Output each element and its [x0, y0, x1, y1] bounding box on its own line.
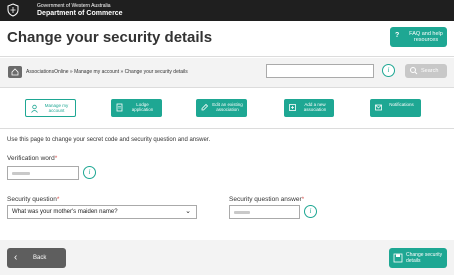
security-answer-label: Security question answer* — [229, 196, 304, 203]
divider — [0, 87, 454, 88]
save-icon — [393, 253, 403, 263]
nav-lodge-application[interactable]: Lodge application — [111, 99, 162, 117]
search-button[interactable]: Search — [405, 64, 447, 78]
security-answer-field[interactable] — [229, 205, 300, 219]
department-name: Department of Commerce — [37, 10, 123, 17]
footer-bar — [0, 240, 454, 275]
nav-label: Add a new association — [303, 102, 327, 112]
info-icon[interactable]: i — [304, 205, 317, 218]
question-mark-icon: ? — [395, 32, 400, 39]
required-mark: * — [54, 155, 58, 162]
verification-word-field[interactable] — [7, 166, 79, 180]
page-title: Change your security details — [7, 29, 213, 46]
masked-value — [12, 172, 30, 175]
breadcrumb: AssociationsOnline » Manage my account »… — [26, 69, 188, 75]
nav-label: Edit an existing association — [212, 102, 243, 112]
info-icon[interactable]: i — [382, 64, 395, 77]
label-text: Verification word — [7, 155, 55, 162]
edit-icon — [201, 103, 209, 111]
user-icon — [31, 104, 38, 113]
government-name: Government of Western Australia — [37, 3, 111, 9]
masked-value — [234, 211, 250, 214]
security-question-select[interactable]: What was your mother's maiden name? ⌄ — [7, 205, 197, 219]
nav-label: Manage my account — [44, 103, 69, 113]
search-icon — [409, 64, 418, 84]
change-security-details-button[interactable]: Change security details — [389, 248, 447, 268]
security-question-label: Security question* — [7, 196, 59, 203]
back-button[interactable]: ‹ Back — [7, 248, 66, 268]
government-header: Government of Western Australia Departme… — [0, 0, 454, 21]
change-button-label: Change security details — [406, 252, 443, 264]
faq-help-label: FAQ and help resources — [409, 31, 443, 43]
label-text: Security question — [7, 196, 57, 203]
info-icon[interactable]: i — [83, 166, 96, 179]
security-question-value: What was your mother's maiden name? — [12, 209, 118, 215]
nav-add-association[interactable]: Add a new association — [284, 99, 334, 117]
search-input[interactable] — [266, 64, 374, 78]
nav-label: Notifications — [389, 102, 414, 107]
faq-help-button[interactable]: ? FAQ and help resources — [390, 27, 447, 47]
notification-icon — [375, 104, 382, 111]
home-button[interactable] — [8, 66, 22, 78]
back-button-label: Back — [33, 255, 47, 261]
intro-text: Use this page to change your secret code… — [7, 137, 211, 143]
search-button-label: Search — [421, 68, 439, 74]
document-icon — [116, 103, 123, 112]
nav-notifications[interactable]: Notifications — [370, 99, 421, 117]
nav-label: Lodge application — [131, 102, 154, 112]
divider — [0, 128, 454, 129]
required-mark: * — [301, 196, 305, 203]
chevron-down-icon: ⌄ — [185, 208, 191, 215]
add-icon — [289, 104, 296, 111]
required-mark: * — [56, 196, 60, 203]
chevron-left-icon: ‹ — [14, 252, 18, 263]
verification-word-label: Verification word* — [7, 155, 57, 162]
crest-logo-icon — [7, 3, 19, 17]
label-text: Security question answer — [229, 196, 302, 203]
nav-edit-association[interactable]: Edit an existing association — [196, 99, 247, 117]
home-icon — [11, 68, 19, 76]
divider — [0, 56, 454, 57]
nav-manage-account[interactable]: Manage my account — [25, 99, 76, 117]
